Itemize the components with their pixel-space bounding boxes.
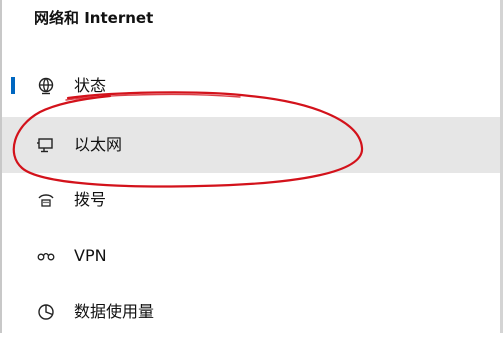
data-usage-icon: [36, 302, 56, 322]
dialup-icon: [36, 190, 56, 210]
nav-item-label: 数据使用量: [74, 302, 155, 321]
nav-item-status[interactable]: 状态: [2, 58, 500, 114]
nav-item-vpn[interactable]: VPN: [2, 228, 500, 284]
globe-icon: [36, 76, 56, 96]
nav-item-label: 以太网: [74, 135, 123, 154]
nav-item-label: VPN: [74, 246, 107, 265]
nav-item-label: 状态: [74, 76, 107, 95]
vpn-icon: [36, 246, 56, 266]
page-title: 网络和 Internet: [34, 9, 154, 27]
active-indicator: [11, 77, 15, 94]
ethernet-icon: [36, 135, 56, 155]
nav-item-dialup[interactable]: 拨号: [2, 172, 500, 228]
nav-item-data-usage[interactable]: 数据使用量: [2, 284, 500, 340]
nav-item-label: 拨号: [74, 190, 107, 209]
nav-item-ethernet[interactable]: 以太网: [2, 117, 500, 173]
